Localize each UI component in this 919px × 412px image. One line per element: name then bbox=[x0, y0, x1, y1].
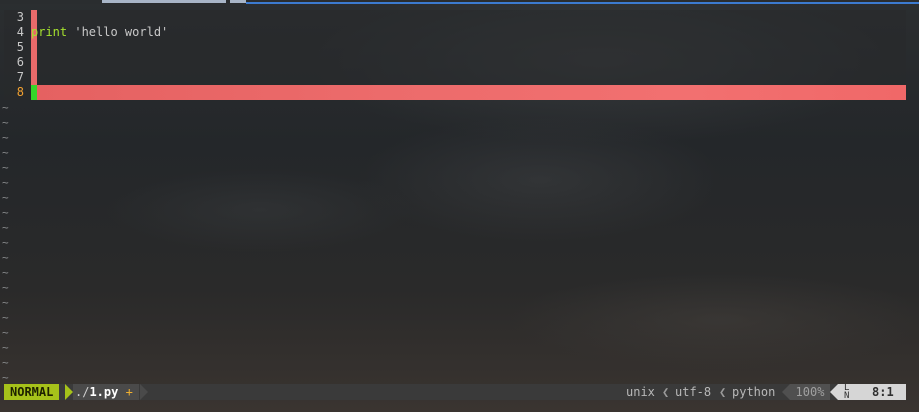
editor-line[interactable]: 3 bbox=[4, 10, 906, 25]
line-number-icon: L N bbox=[844, 383, 850, 401]
line-number: 5 bbox=[16, 40, 24, 54]
status-line: NORMAL ./1.py + unix ❮ utf-8 ❮ python 10… bbox=[4, 383, 906, 401]
line-number: 4 bbox=[16, 25, 24, 39]
tilde-marker: ~ bbox=[2, 281, 9, 294]
editor-line[interactable]: 6 bbox=[4, 55, 906, 70]
tilde-marker: ~ bbox=[2, 131, 9, 144]
encoding: utf-8 bbox=[675, 385, 712, 399]
tilde-marker: ~ bbox=[2, 146, 9, 159]
tilde-marker: ~ bbox=[2, 266, 9, 279]
string-literal: 'hello world' bbox=[67, 25, 169, 39]
top-tab-bar bbox=[0, 0, 919, 4]
tab-indicator-small[interactable] bbox=[230, 0, 246, 3]
fileformat: unix bbox=[626, 385, 655, 399]
tilde-marker: ~ bbox=[2, 116, 9, 129]
line-number: 3 bbox=[16, 10, 24, 24]
editor-buffer[interactable]: 3 4 print 'hello world' 5 6 7 8 bbox=[4, 10, 906, 100]
line-number: 6 bbox=[16, 55, 24, 69]
tilde-marker: ~ bbox=[2, 191, 9, 204]
change-marker bbox=[31, 55, 37, 70]
tilde-marker: ~ bbox=[2, 206, 9, 219]
tab-indicator[interactable] bbox=[102, 0, 226, 3]
file-name-segment: ./1.py + bbox=[73, 384, 139, 400]
modified-flag: + bbox=[125, 385, 133, 399]
tilde-marker: ~ bbox=[2, 101, 9, 114]
segment-separator: ❮ bbox=[719, 385, 727, 399]
editor-line-current[interactable]: 8 bbox=[4, 85, 906, 100]
file-percent: 100% bbox=[790, 384, 830, 400]
code-text: print 'hello world' bbox=[31, 25, 168, 40]
tilde-marker: ~ bbox=[2, 341, 9, 354]
line-number: 7 bbox=[16, 70, 24, 84]
tilde-marker: ~ bbox=[2, 251, 9, 264]
editor-line[interactable]: 7 bbox=[4, 70, 906, 85]
empty-line-markers: ~ ~ ~ ~ ~ ~ ~ ~ ~ ~ ~ ~ ~ ~ ~ ~ ~ ~ ~ bbox=[2, 100, 16, 385]
current-line-number: 8 bbox=[16, 85, 24, 99]
tilde-marker: ~ bbox=[2, 311, 9, 324]
change-marker bbox=[31, 40, 37, 55]
editor-line[interactable]: 4 print 'hello world' bbox=[4, 25, 906, 40]
tilde-marker: ~ bbox=[2, 371, 9, 384]
filetype: python bbox=[732, 385, 776, 399]
text-cursor bbox=[31, 85, 37, 100]
tilde-marker: ~ bbox=[2, 161, 9, 174]
mode-indicator: NORMAL bbox=[4, 384, 60, 400]
segment-separator: ❮ bbox=[662, 385, 670, 399]
vim-window: 3 4 print 'hello world' 5 6 7 8 ~ ~ ~ ~ … bbox=[0, 0, 919, 412]
cursor-position-segment: L N 8:1 bbox=[838, 383, 906, 401]
change-marker bbox=[31, 10, 37, 25]
file-directory: ./ bbox=[75, 385, 90, 399]
tilde-marker: ~ bbox=[2, 296, 9, 309]
percent-separator-arrow bbox=[782, 384, 790, 400]
editor-line[interactable]: 5 bbox=[4, 40, 906, 55]
tab-bar-accent bbox=[246, 2, 919, 4]
tilde-marker: ~ bbox=[2, 176, 9, 189]
cursor-position: 8:1 bbox=[872, 385, 894, 399]
cursorline-highlight bbox=[37, 85, 906, 100]
tilde-marker: ~ bbox=[2, 356, 9, 369]
mode-separator-arrow bbox=[65, 384, 73, 400]
tilde-marker: ~ bbox=[2, 221, 9, 234]
tilde-marker: ~ bbox=[2, 236, 9, 249]
tilde-marker: ~ bbox=[2, 326, 9, 339]
keyword-print: print bbox=[31, 25, 68, 39]
file-name: 1.py bbox=[89, 385, 119, 399]
file-separator-arrow bbox=[140, 384, 148, 400]
change-marker bbox=[31, 70, 37, 85]
position-separator-arrow bbox=[830, 384, 838, 400]
